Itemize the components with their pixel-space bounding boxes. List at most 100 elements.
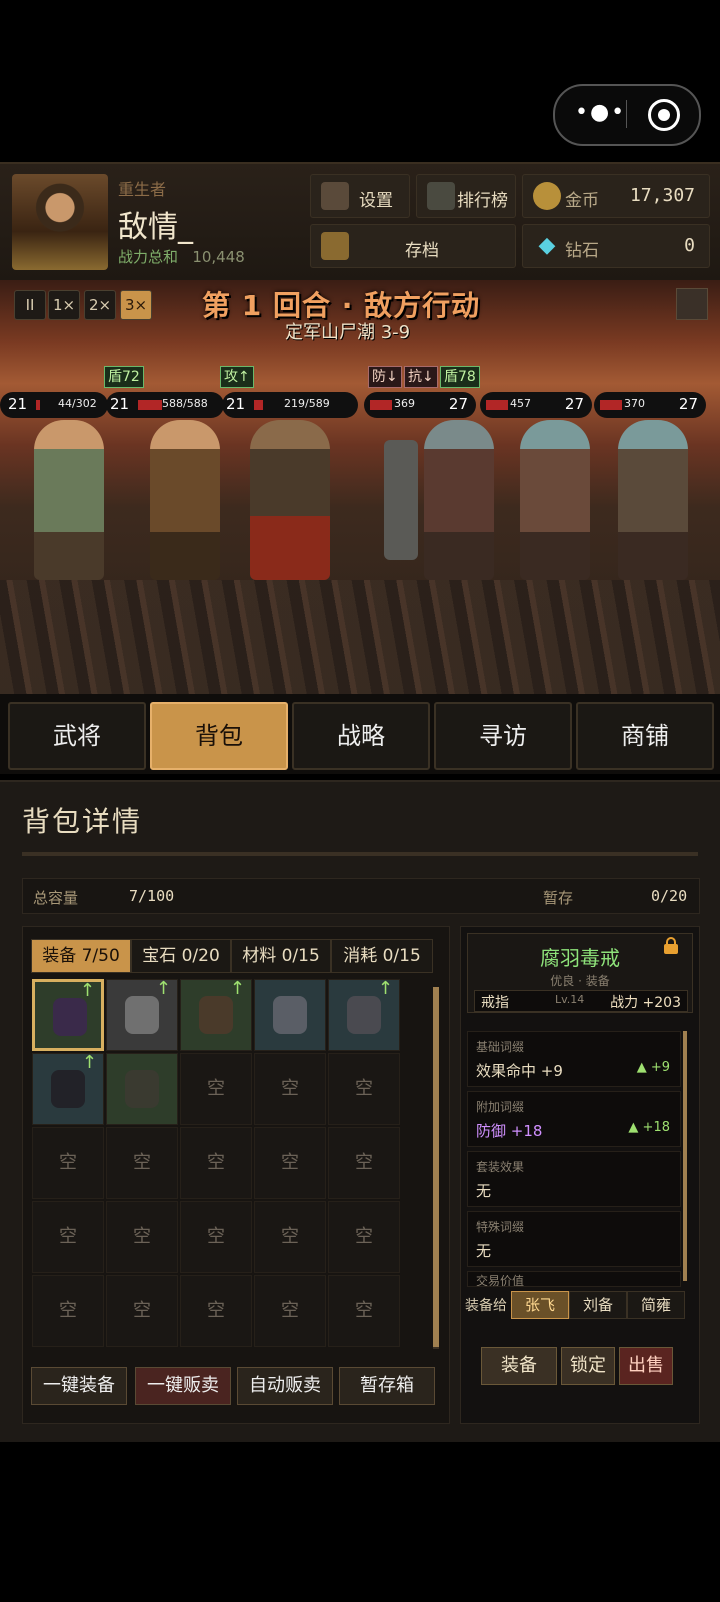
zombie-sprite[interactable]: [618, 420, 688, 580]
gold-value: 17,307: [629, 185, 695, 206]
enemy-hp-bar: 370 27: [594, 392, 706, 418]
inventory-slot-empty[interactable]: 空: [328, 1275, 400, 1347]
extra-affix: 附加词缀 防御 +18 ▲ +18: [467, 1091, 681, 1147]
inventory-slot-empty[interactable]: 空: [254, 1275, 326, 1347]
more-icon[interactable]: •●•: [575, 100, 626, 125]
attack-buff: 攻↑: [220, 366, 254, 388]
inventory-slot-empty[interactable]: 空: [328, 1053, 400, 1125]
inventory-slot-empty[interactable]: 空: [106, 1127, 178, 1199]
save-label: 存档: [405, 241, 439, 261]
close-target-icon[interactable]: [648, 99, 680, 131]
inventory-slot-helmet[interactable]: ↑: [106, 978, 178, 1051]
hp-text: 588/588: [162, 397, 208, 410]
diamond-label: 钻石: [565, 241, 599, 261]
hero-sprite[interactable]: [150, 420, 220, 580]
inventory-slot-empty[interactable]: 空: [180, 1275, 252, 1347]
inventory-slot-helmet-red[interactable]: [106, 1053, 178, 1125]
inventory-slot-ring[interactable]: ↑: [32, 979, 104, 1051]
defense-down-debuff: 防↓: [368, 366, 402, 388]
power-label: 战力总和: [118, 248, 179, 266]
auto-equip-button[interactable]: 一键装备: [31, 1367, 127, 1405]
hero-sprite[interactable]: [250, 420, 330, 580]
hp-fill: [254, 400, 263, 410]
hero-tab-zhangfei[interactable]: 张飞: [511, 1291, 569, 1319]
inventory-slot-empty[interactable]: 空: [254, 1053, 326, 1125]
auto-sell-button[interactable]: 自动贩卖: [237, 1367, 333, 1405]
tab-generals[interactable]: 武将: [8, 702, 146, 770]
hero-tab-liubei[interactable]: 刘备: [569, 1291, 627, 1319]
inventory-slot-empty[interactable]: 空: [106, 1201, 178, 1273]
unit-hp-bar: 21 44/302: [0, 392, 108, 418]
category-tab-consumables[interactable]: 消耗 0/15: [331, 939, 433, 973]
unit-level: 27: [564, 395, 584, 413]
title-divider: [22, 852, 698, 856]
inventory-slot-empty[interactable]: 空: [254, 1127, 326, 1199]
hp-fill: [370, 400, 392, 410]
tab-strategy[interactable]: 战略: [292, 702, 430, 770]
ranking-label: 排行榜: [457, 191, 508, 211]
inventory-slot-crossbow[interactable]: ↑: [180, 978, 252, 1051]
battlefield-ground: [0, 580, 720, 694]
inventory-slot-empty[interactable]: 空: [254, 1201, 326, 1273]
inventory-slot-empty[interactable]: 空: [32, 1201, 104, 1273]
speed-3x-button[interactable]: 3×: [120, 290, 152, 320]
category-tab-materials[interactable]: 材料 0/15: [231, 939, 331, 973]
inventory-slot-empty[interactable]: 空: [180, 1053, 252, 1125]
hp-text: 219/589: [284, 397, 330, 410]
equip-button[interactable]: 装备: [481, 1347, 557, 1385]
inventory-slot-empty[interactable]: 空: [106, 1275, 178, 1347]
chest-icon: [321, 182, 349, 210]
upgrade-arrow-icon: ↑: [229, 978, 245, 999]
save-button[interactable]: 存档: [310, 224, 516, 268]
storage-button[interactable]: 暂存箱: [339, 1367, 435, 1405]
hero-sprite[interactable]: [34, 420, 104, 580]
category-tab-gems[interactable]: 宝石 0/20: [131, 939, 231, 973]
temp-label: 暂存: [543, 889, 574, 907]
inventory-slot-empty[interactable]: 空: [32, 1127, 104, 1199]
ranking-button[interactable]: 排行榜: [416, 174, 516, 218]
inventory-box: 装备 7/50 宝石 0/20 材料 0/15 消耗 0/15 ↑ ↑ ↑ ↑ ↑ 空空空…: [22, 926, 450, 1424]
inventory-slot-empty[interactable]: 空: [180, 1127, 252, 1199]
sell-button[interactable]: 出售: [619, 1347, 673, 1385]
inventory-slot-empty[interactable]: 空: [328, 1201, 400, 1273]
hp-fill: [486, 400, 508, 410]
unit-hp-bar: 21 588/588: [106, 392, 224, 418]
special-affix: 特殊词缀 无: [467, 1211, 681, 1267]
inventory-slot-bracer[interactable]: ↑: [328, 978, 400, 1051]
inventory-slot-empty[interactable]: 空: [180, 1201, 252, 1273]
lock-icon[interactable]: [664, 937, 678, 954]
enemy-hp-bar: 457 27: [480, 392, 592, 418]
hero-tab-jianyong[interactable]: 简雍: [627, 1291, 685, 1319]
inventory-slot-boots[interactable]: ↑: [32, 1052, 104, 1125]
extra-affix-header: 附加词缀: [476, 1100, 525, 1114]
inventory-scroll-thumb[interactable]: [433, 987, 439, 1347]
diamond-display: ◆ 钻石 0: [522, 224, 710, 268]
player-header: 重生者 敌情_ 战力总和 10,448 设置 排行榜 金币 17,307 存档 …: [0, 162, 720, 282]
tab-shop[interactable]: 商铺: [576, 702, 714, 770]
settings-button[interactable]: 设置: [310, 174, 410, 218]
zombie-sprite[interactable]: [424, 420, 494, 580]
detail-scrollbar[interactable]: [683, 1031, 687, 1281]
speed-2x-button[interactable]: 2×: [84, 290, 116, 320]
mini-program-capsule: •●•: [553, 84, 701, 146]
player-name: 敌情_: [118, 210, 193, 245]
stats-icon[interactable]: [676, 288, 708, 320]
category-tab-equipment[interactable]: 装备 7/50: [31, 939, 131, 973]
helmet-red-icon: [125, 1070, 159, 1108]
zombie-sprite[interactable]: [520, 420, 590, 580]
quick-sell-button[interactable]: 一键贩卖: [135, 1367, 231, 1405]
bracer-icon: [347, 996, 381, 1034]
pause-button[interactable]: II: [14, 290, 46, 320]
item-header: 腐羽毒戒 优良 · 装备 戒指 Lv.14 战力 +203: [467, 933, 693, 1013]
capsule-divider: [626, 100, 627, 128]
hp-text: 44/302: [58, 397, 97, 410]
lock-button[interactable]: 锁定: [561, 1347, 615, 1385]
inventory-slot-empty[interactable]: 空: [32, 1275, 104, 1347]
player-avatar[interactable]: [12, 174, 108, 270]
tab-backpack[interactable]: 背包: [150, 702, 288, 770]
page-title: 背包详情: [22, 805, 143, 838]
inventory-slot-empty[interactable]: 空: [328, 1127, 400, 1199]
tab-recruit[interactable]: 寻访: [434, 702, 572, 770]
speed-1x-button[interactable]: 1×: [48, 290, 80, 320]
inventory-slot-armor[interactable]: [254, 979, 326, 1051]
